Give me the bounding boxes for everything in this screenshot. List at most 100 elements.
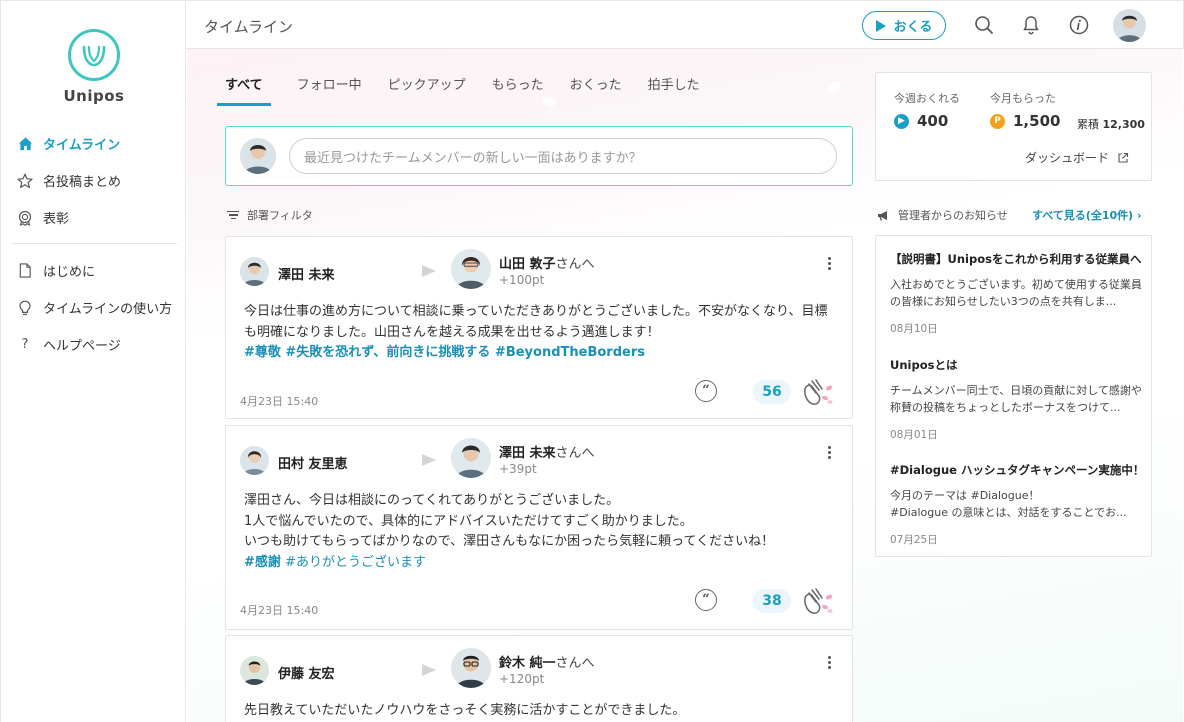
sidebar-item-label: ヘルプページ bbox=[43, 339, 121, 354]
notice-date: 08月01日 bbox=[890, 429, 938, 441]
send-button[interactable]: おくる bbox=[862, 11, 946, 40]
receiver-suffix: さんへ bbox=[555, 257, 595, 272]
notice-body: 今月のテーマは #Dialogue！ #Dialogue の意味とは、対話をする… bbox=[890, 489, 1127, 519]
receiver-name[interactable]: 澤田 未来 bbox=[499, 446, 556, 461]
post-hashtags[interactable]: #尊敬 #失敗を恐れず、前向きに挑戦する #BeyondTheBorders bbox=[244, 343, 840, 364]
info-icon[interactable] bbox=[1068, 14, 1090, 36]
page-title: タイムライン bbox=[204, 18, 293, 36]
sidebar-item-timeline[interactable]: タイムライン bbox=[1, 125, 187, 162]
receiver-avatar[interactable] bbox=[451, 438, 491, 478]
clap-count: 56 bbox=[753, 380, 791, 404]
clap-count: 38 bbox=[753, 589, 791, 613]
dashboard-link[interactable]: ダッシュボード bbox=[1025, 149, 1129, 166]
tab-received[interactable]: もらった bbox=[492, 74, 544, 106]
receiver-avatar[interactable] bbox=[451, 648, 491, 688]
post-text-line: 澤田さん、今日は相談にのってくれてありがとうございました。 bbox=[244, 493, 620, 508]
composer-avatar bbox=[240, 138, 276, 174]
see-all-notices-link[interactable]: すべて見る(全10件) › bbox=[1032, 207, 1142, 223]
more-menu-icon[interactable] bbox=[828, 444, 832, 461]
send-coin-icon: ▶ bbox=[894, 113, 909, 129]
chevron-right-icon: › bbox=[1137, 209, 1142, 222]
post-text-line: いつも助けてもらってばかりなので、澤田さんもなにか困ったら気軽に頼ってくださいね… bbox=[244, 534, 775, 549]
receiver-avatar[interactable] bbox=[451, 249, 491, 289]
sidebar-item-how-to-use[interactable]: タイムラインの使い方 bbox=[1, 289, 187, 326]
tab-following[interactable]: フォロー中 bbox=[297, 74, 362, 106]
sidebar-item-getting-started[interactable]: はじめに bbox=[1, 252, 187, 289]
notice-date: 07月25日 bbox=[890, 534, 938, 546]
post-card: 田村 友里恵 澤田 未来さんへ +39pt 澤田さん、今日は相談にのってくれてあ… bbox=[225, 425, 853, 630]
search-icon[interactable] bbox=[973, 14, 995, 36]
main-content: すべて フォロー中 ピックアップ もらった おくった 拍手した 最近見つけたチー… bbox=[187, 49, 1183, 722]
send-points-number: 400 bbox=[917, 112, 949, 130]
post-text-line: 今日は仕事の進め方について相談に乗っていただきありがとうございました。不安がなく… bbox=[244, 304, 828, 319]
post-text-line: も明確になりました。山田さんを越える成果を出せるよう邁進します！ bbox=[244, 324, 660, 340]
user-avatar[interactable] bbox=[1113, 9, 1146, 42]
points-value: +100pt bbox=[499, 273, 545, 287]
more-menu-icon[interactable] bbox=[828, 654, 832, 671]
department-filter[interactable]: 部署フィルタ bbox=[227, 207, 313, 223]
tab-all[interactable]: すべて bbox=[217, 74, 271, 106]
sidebar-item-awards[interactable]: 表彰 bbox=[1, 199, 187, 236]
clap-icon[interactable] bbox=[799, 585, 837, 617]
send-arrow-icon bbox=[875, 19, 886, 32]
notice-body: 入社おめでとうございます。初めて使用する従業員の皆様にお知らせしたい3つの点を共… bbox=[890, 278, 1142, 308]
notice-title: Uniposとは bbox=[890, 358, 958, 372]
tab-clapped[interactable]: 拍手した bbox=[648, 74, 700, 106]
post-date: 4月23日 15:40 bbox=[240, 395, 319, 408]
cumulative-value: 12,300 bbox=[1102, 118, 1145, 131]
clap-icon[interactable] bbox=[799, 376, 837, 408]
notice-title: #Dialogue ハッシュタグキャンペーン実施中！ bbox=[890, 463, 1142, 477]
tab-pickup[interactable]: ピックアップ bbox=[388, 74, 466, 106]
timeline-tabs: すべて フォロー中 ピックアップ もらった おくった 拍手した bbox=[217, 74, 726, 106]
hashtag[interactable]: #感謝 bbox=[244, 555, 281, 570]
external-link-icon bbox=[1117, 152, 1129, 164]
send-button-label: おくる bbox=[893, 20, 933, 35]
see-all-label: すべて見る(全10件) bbox=[1032, 209, 1134, 222]
sidebar-item-help[interactable]: ? ヘルプページ bbox=[1, 326, 187, 363]
document-icon bbox=[17, 263, 33, 279]
points-value: +39pt bbox=[499, 462, 537, 476]
sidebar-nav-primary: タイムライン 名投稿まとめ 表彰 bbox=[1, 125, 187, 236]
notices-heading: 管理者からのお知らせ bbox=[877, 207, 1008, 223]
petal-decoration bbox=[825, 80, 843, 95]
star-icon bbox=[17, 173, 33, 189]
post-body: 澤田さん、今日は相談にのってくれてありがとうございました。 1人で悩んでいたので… bbox=[244, 491, 840, 573]
sender-name[interactable]: 田村 友里恵 bbox=[278, 453, 348, 472]
sender-avatar[interactable] bbox=[240, 257, 269, 286]
sender-name[interactable]: 伊藤 友宏 bbox=[278, 663, 335, 682]
post-card: 伊藤 友宏 鈴木 純一さんへ +120pt 先日教えていただいたノウハウをさっそ… bbox=[225, 635, 853, 722]
sender-avatar[interactable] bbox=[240, 446, 269, 475]
tab-sent[interactable]: おくった bbox=[570, 74, 622, 106]
receiver-name[interactable]: 山田 敦子 bbox=[499, 257, 556, 272]
filter-label: 部署フィルタ bbox=[247, 209, 313, 222]
more-menu-icon[interactable] bbox=[828, 255, 832, 272]
sidebar-item-best-posts[interactable]: 名投稿まとめ bbox=[1, 162, 187, 199]
bell-icon[interactable] bbox=[1020, 14, 1042, 36]
sender-avatar[interactable] bbox=[240, 656, 269, 685]
send-points-value: ▶ 400 bbox=[894, 112, 948, 130]
megaphone-icon bbox=[877, 210, 890, 221]
unipos-logo-icon[interactable] bbox=[68, 29, 120, 81]
post-body: 先日教えていただいたノウハウをさっそく実務に活かすことができました。 bbox=[244, 701, 840, 722]
notice-item[interactable]: Uniposとは チームメンバー同士で、日頃の貢献に対して感謝や称賛の投稿をちょ… bbox=[890, 357, 1142, 442]
hashtag[interactable]: #ありがとうございます bbox=[285, 555, 426, 570]
points-value: +120pt bbox=[499, 672, 545, 686]
quote-icon[interactable]: “ bbox=[695, 589, 717, 611]
receiver-suffix: さんへ bbox=[555, 656, 595, 671]
notice-body: チームメンバー同士で、日頃の貢献に対して感謝や称賛の投稿をちょっとしたボーナスを… bbox=[890, 384, 1142, 414]
post-input[interactable]: 最近見つけたチームメンバーの新しい一面はありますか？ bbox=[289, 138, 837, 174]
sidebar-divider bbox=[11, 243, 177, 244]
post-card: 澤田 未来 山田 敦子さんへ +100pt 今日は仕事の進め方について相談に乗っ… bbox=[225, 236, 853, 419]
quote-icon[interactable]: “ bbox=[695, 380, 717, 402]
sidebar-item-label: タイムライン bbox=[43, 138, 121, 153]
receiver-name[interactable]: 鈴木 純一 bbox=[499, 656, 556, 671]
notice-item[interactable]: #Dialogue ハッシュタグキャンペーン実施中！ 今月のテーマは #Dial… bbox=[890, 462, 1142, 547]
home-icon bbox=[17, 136, 33, 152]
receiver-line: 鈴木 純一さんへ bbox=[499, 652, 595, 671]
dashboard-label: ダッシュボード bbox=[1025, 151, 1110, 165]
send-arrow-icon bbox=[422, 454, 436, 466]
notice-item[interactable]: 【説明書】Uniposをこれから利用する従業員へ 入社おめでとうございます。初め… bbox=[890, 251, 1142, 336]
sender-name[interactable]: 澤田 未来 bbox=[278, 264, 335, 283]
received-coin-icon: P bbox=[990, 113, 1005, 129]
top-header: タイムライン おくる bbox=[186, 0, 1184, 49]
